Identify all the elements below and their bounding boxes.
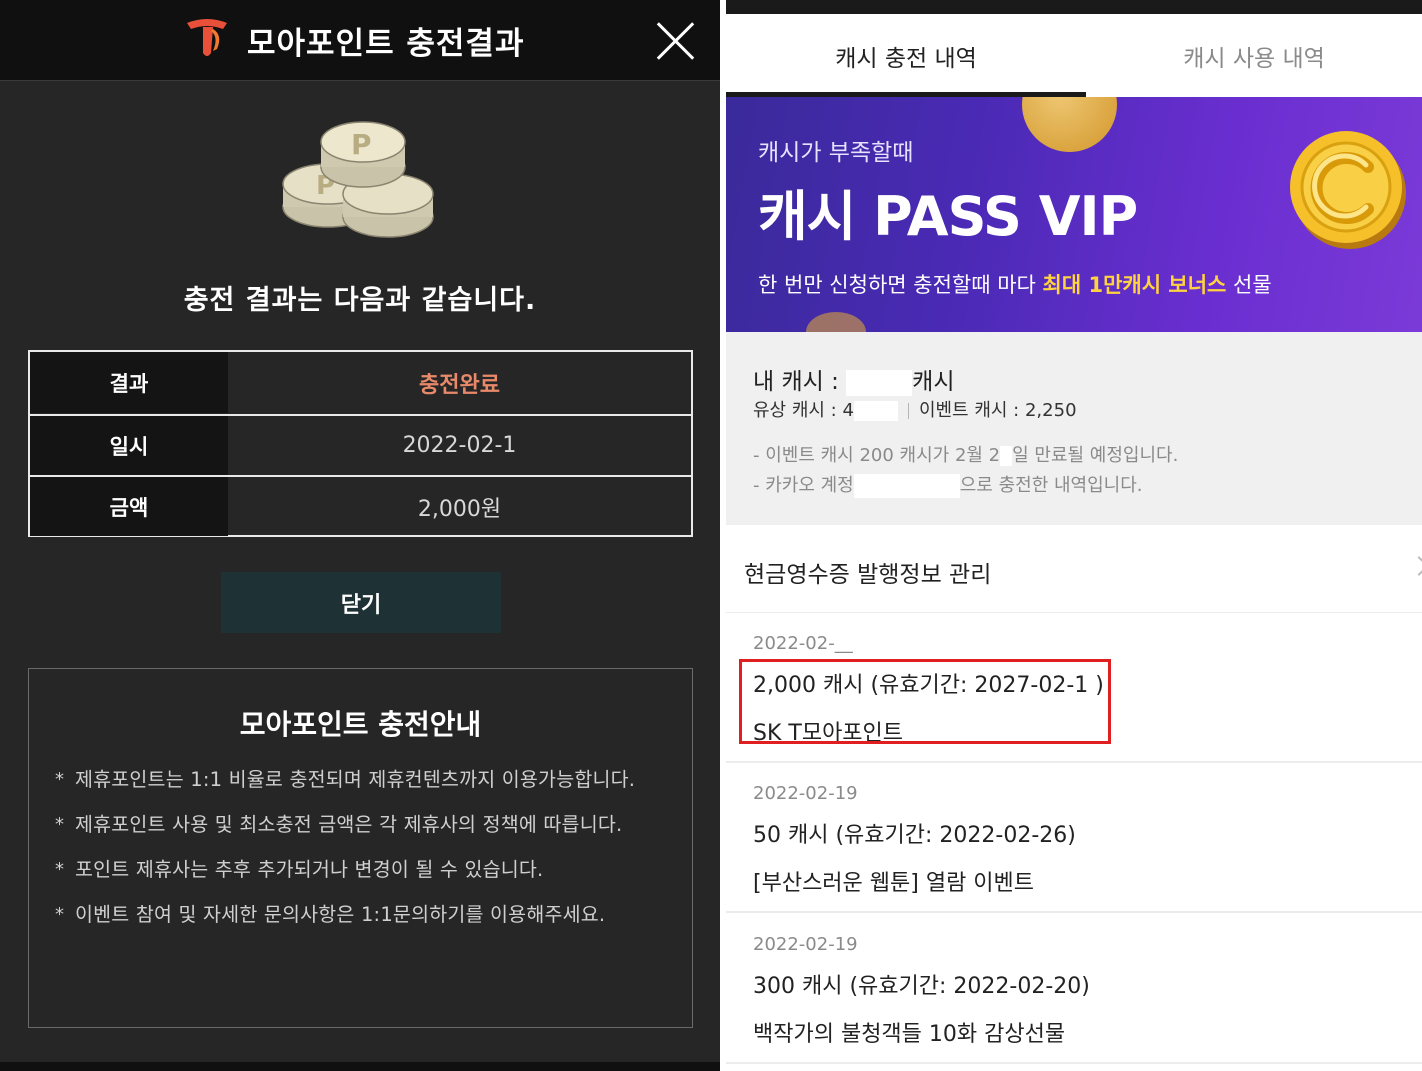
gold-coin-icon bbox=[1290, 131, 1406, 249]
banner-desc-prefix: 한 번만 신청하면 충전할때 마다 bbox=[758, 273, 1043, 297]
tab-cash-usage-history[interactable]: 캐시 사용 내역 bbox=[1086, 14, 1422, 97]
entry-source: 백작가의 불청객들 10화 감상선물 bbox=[753, 1022, 1066, 1047]
redacted-value bbox=[853, 474, 960, 498]
receipt-label: 현금영수증 발행정보 관리 bbox=[744, 562, 992, 588]
account-note-prefix: - 카카오 계정 bbox=[753, 475, 854, 496]
event-cash-label: 이벤트 캐시 : bbox=[918, 400, 1020, 421]
separator bbox=[907, 403, 909, 419]
status-bar bbox=[726, 0, 1422, 14]
entry-amount: 50 캐시 (유효기간: 2022-02-26) bbox=[753, 823, 1076, 848]
list-item: 2022-02-19 300 캐시 (유효기간: 2022-02-20) 백작가… bbox=[726, 914, 1422, 1064]
pass-vip-banner[interactable]: 캐시가 부족할때 캐시 PASS VIP 한 번만 신청하면 충전할때 마다 최… bbox=[726, 97, 1422, 332]
coins-icon: P P bbox=[282, 121, 434, 238]
banner-desc-highlight: 최대 1만캐시 보너스 bbox=[1042, 273, 1227, 297]
redacted-value bbox=[846, 369, 913, 396]
expiry-note-suffix: 일 만료될 예정입니다. bbox=[1012, 445, 1179, 466]
list-item: 2022-02-__ 2,000 캐시 (유효기간: 2027-02-1 ) S… bbox=[726, 613, 1422, 763]
result-value: 충전완료 bbox=[419, 372, 500, 398]
entry-source: [부산스러운 웹툰] 열람 이벤트 bbox=[753, 871, 1035, 896]
t-brand-logo-icon bbox=[187, 19, 227, 56]
list-item: 포인트 제휴사는 추후 추가되거나 변경이 될 수 있습니다. bbox=[55, 854, 670, 885]
banner-decoration bbox=[1022, 97, 1117, 152]
cash-history-screen: 캐시 충전 내역 캐시 사용 내역 캐시가 부족할때 캐시 PASS VIP 한… bbox=[726, 0, 1422, 1071]
list-item: 제휴포인트는 1:1 비율로 충전되며 제휴컨텐츠까지 이용가능합니다. bbox=[55, 764, 670, 795]
chevron-right-icon bbox=[1409, 556, 1422, 576]
paid-cash-value: 4 bbox=[842, 400, 854, 421]
guide-list: 제휴포인트는 1:1 비율로 충전되며 제휴컨텐츠까지 이용가능합니다. 제휴포… bbox=[55, 764, 670, 944]
paid-cash-label: 유상 캐시 : bbox=[753, 400, 837, 421]
my-cash-total: 내 캐시 : 캐시 bbox=[753, 362, 955, 396]
banner-decoration bbox=[806, 312, 866, 332]
close-button[interactable]: 닫기 bbox=[221, 572, 501, 633]
cash-receipt-settings[interactable]: 현금영수증 발행정보 관리 bbox=[726, 525, 1422, 613]
my-cash-unit: 캐시 bbox=[912, 369, 955, 395]
entry-date: 2022-02-19 bbox=[753, 783, 858, 804]
dialog-header: 모아포인트 충전결과 bbox=[0, 0, 720, 81]
list-item: 제휴포인트 사용 및 최소충전 금액은 각 제휴사의 정책에 따릅니다. bbox=[55, 809, 670, 840]
table-row: 결과 충전완료 bbox=[30, 352, 691, 413]
highlight-box bbox=[739, 659, 1111, 744]
close-icon[interactable] bbox=[652, 18, 698, 64]
amount-value: 2,000원 bbox=[417, 496, 502, 522]
account-note-suffix: 으로 충전한 내역입니다. bbox=[959, 475, 1143, 496]
account-note: - 카카오 계정 으로 충전한 내역입니다. bbox=[753, 471, 1143, 498]
entry-amount: 300 캐시 (유효기간: 2022-02-20) bbox=[753, 974, 1090, 999]
table-row: 일시 2022-02-1 bbox=[30, 414, 691, 475]
tab-cash-charge-history[interactable]: 캐시 충전 내역 bbox=[726, 14, 1086, 97]
lead-text: 충전 결과는 다음과 같습니다. bbox=[183, 285, 537, 316]
date-label: 일시 bbox=[30, 416, 228, 475]
list-item: 이벤트 참여 및 자세한 문의사항은 1:1문의하기를 이용해주세요. bbox=[55, 899, 670, 930]
expiry-note: - 이벤트 캐시 200 캐시가 2월 2 일 만료될 예정입니다. bbox=[753, 441, 1178, 467]
banner-desc-suffix: 선물 bbox=[1226, 273, 1272, 297]
result-table: 결과 충전완료 일시 2022-02-1 금액 2,000원 bbox=[28, 350, 693, 537]
redacted-value bbox=[1000, 446, 1013, 466]
banner-title: 캐시 PASS VIP bbox=[758, 185, 1138, 248]
guide-title: 모아포인트 충전안내 bbox=[239, 708, 482, 741]
redacted-value bbox=[853, 401, 898, 421]
list-item: 2022-02-19 50 캐시 (유효기간: 2022-02-26) [부산스… bbox=[726, 763, 1422, 913]
charge-result-dialog: 모아포인트 충전결과 P P 충전 결과는 다음과 같습니다. 결과 충전완료 … bbox=[0, 0, 720, 1071]
banner-subtitle: 캐시가 부족할때 bbox=[758, 140, 914, 166]
table-row: 금액 2,000원 bbox=[30, 475, 691, 536]
bottom-bar bbox=[0, 1062, 720, 1071]
charge-guide-box: 모아포인트 충전안내 제휴포인트는 1:1 비율로 충전되며 제휴컨텐츠까지 이… bbox=[28, 668, 693, 1028]
event-cash-value: 2,250 bbox=[1024, 400, 1077, 421]
my-cash-summary: 내 캐시 : 캐시 유상 캐시 : 4 이벤트 캐시 : 2,250 - 이벤트 … bbox=[726, 332, 1422, 525]
cash-breakdown: 유상 캐시 : 4 이벤트 캐시 : 2,250 bbox=[753, 396, 1077, 422]
dialog-title: 모아포인트 충전결과 bbox=[247, 26, 525, 62]
entry-date: 2022-02-19 bbox=[753, 934, 858, 955]
svg-text:P: P bbox=[351, 128, 372, 161]
banner-description: 한 번만 신청하면 충전할때 마다 최대 1만캐시 보너스 선물 bbox=[758, 269, 1272, 299]
entry-date: 2022-02-__ bbox=[753, 633, 853, 654]
result-label: 결과 bbox=[30, 352, 228, 413]
date-value: 2022-02-1 bbox=[402, 433, 517, 458]
expiry-note-prefix: - 이벤트 캐시 200 캐시가 2월 2 bbox=[753, 445, 1001, 466]
my-cash-label: 내 캐시 : bbox=[753, 369, 839, 395]
amount-label: 금액 bbox=[30, 477, 228, 536]
